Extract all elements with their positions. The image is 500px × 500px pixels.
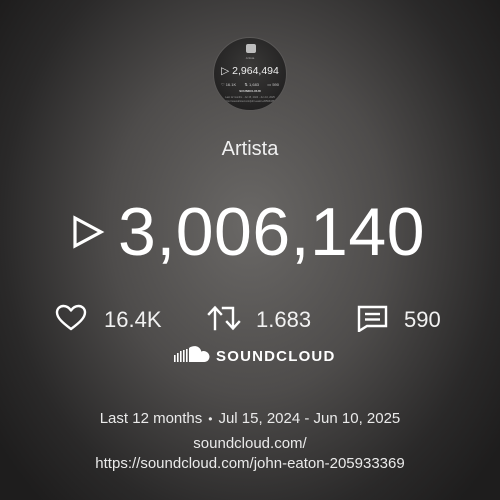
profile-url-short[interactable]: soundcloud.com/ (0, 435, 500, 452)
soundcloud-wordmark: SOUNDCLOUD (216, 347, 336, 365)
avatar-plays-value: 2,964,494 (232, 65, 279, 77)
period-label: Last 12 months (99, 410, 203, 427)
artist-name: Artista (221, 138, 279, 160)
play-count: 3,006,140 (70, 196, 425, 268)
separator-dot: • (208, 412, 213, 426)
avatar-period: Last 12 months · Jul 15, 2024 - Jun 10, … (225, 96, 275, 99)
profile-url-full[interactable]: https://soundcloud.com/john-eaton-205933… (0, 455, 500, 472)
play-count-value: 3,006,140 (118, 194, 426, 270)
avatar-stats: ♡ 16.1K ⇅ 1,683 ▭ 590 (221, 82, 279, 87)
heart-outline-icon (54, 304, 88, 337)
avatar-reposts: ⇅ 1,683 (244, 82, 260, 87)
comment-icon (356, 304, 390, 337)
avatar-artist-name: Artista (245, 56, 255, 60)
engagement-stats: 16.4K 1.683 590 (0, 304, 500, 336)
comments-stat: 590 (356, 304, 441, 336)
avatar-thumbnail (246, 44, 256, 53)
avatar-comments-value: 590 (272, 82, 279, 87)
time-period: Last 12 months • Jul 15, 2024 - Jun 10, 20… (0, 410, 500, 427)
avatar-likes-value: 16.1K (225, 82, 237, 87)
reposts-stat: 1.683 (206, 304, 311, 336)
avatar-comments: ▭ 590 (267, 82, 279, 87)
likes-stat: 16.4K (54, 304, 162, 336)
soundcloud-brand: SOUNDCLOUD (174, 345, 336, 368)
avatar-url: https://soundcloud.com/john-eaton-205933… (224, 100, 276, 103)
reposts-count: 1.683 (256, 307, 312, 332)
repost-icon (206, 304, 244, 337)
avatar-reposts-value: 1,683 (249, 82, 260, 87)
comments-count: 590 (404, 307, 441, 332)
period-dates: Jul 15, 2024 - Jun 10, 2025 (218, 410, 401, 427)
play-outline-icon (70, 212, 106, 252)
likes-count: 16.4K (104, 307, 162, 332)
avatar-plays: ▷ 2,964,494 (221, 65, 279, 77)
avatar-likes: ♡ 16.1K (221, 82, 237, 87)
avatar-brand: SOUNDCLOUD (239, 89, 261, 93)
soundcloud-logo-icon (174, 345, 210, 368)
artist-avatar[interactable]: Artista ▷ 2,964,494 ♡ 16.1K ⇅ 1,683 ▭ 59… (213, 37, 287, 111)
